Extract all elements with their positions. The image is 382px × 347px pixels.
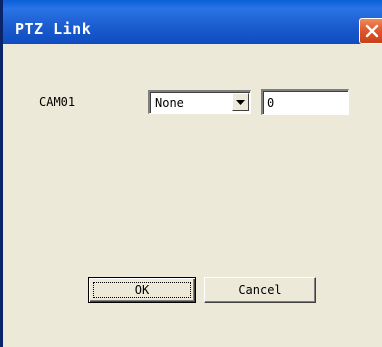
ptz-link-dialog: PTZ Link CAM01 None OK	[0, 0, 382, 347]
close-button[interactable]	[359, 18, 382, 44]
cancel-button[interactable]: Cancel	[204, 277, 316, 303]
camera-label: CAM01	[39, 95, 76, 109]
chevron-down-icon	[236, 93, 245, 111]
dialog-body: CAM01 None OK Cancel	[3, 44, 382, 347]
window-title: PTZ Link	[15, 20, 92, 38]
dropdown-button[interactable]	[232, 93, 249, 111]
preset-select-value: None	[155, 96, 184, 110]
preset-value-input[interactable]	[261, 89, 349, 115]
cancel-button-label: Cancel	[238, 283, 282, 297]
preset-select[interactable]: None	[148, 90, 251, 114]
title-bar[interactable]: PTZ Link	[3, 0, 382, 44]
close-icon	[365, 24, 379, 38]
focus-rectangle	[93, 282, 191, 298]
ok-button[interactable]: OK	[88, 277, 196, 303]
